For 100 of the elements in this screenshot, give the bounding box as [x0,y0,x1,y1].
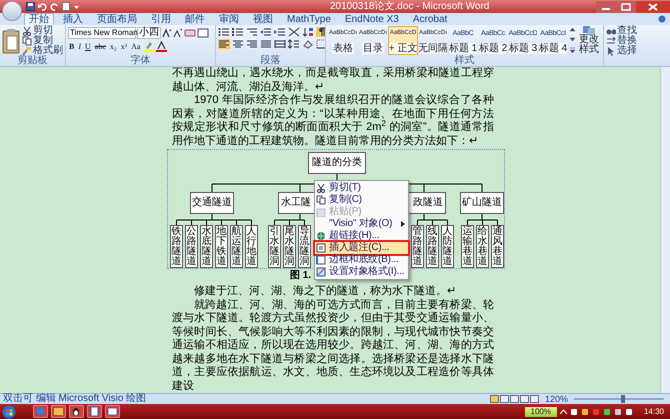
multilevel-list-icon[interactable] [246,27,258,37]
grow-font-icon[interactable] [162,28,172,38]
outline-icon[interactable] [520,395,529,403]
menu-item[interactable]: 设置对象格式(I)... [315,266,408,278]
redo-icon[interactable] [50,2,59,11]
diagram-node: 尾水隧洞 [283,225,296,268]
ribbon-tab[interactable]: 页面布局 [92,13,142,25]
caption-icon [316,243,326,253]
menu-item[interactable]: "Visio" 对象(O) [315,218,408,230]
start-button-icon[interactable] [2,404,16,418]
format-button[interactable]: B [68,42,76,50]
distributed-icon[interactable] [274,39,286,49]
align-left-icon[interactable] [218,39,230,49]
diagram-node: 铁路隧道 [170,225,183,268]
diagram-node: 通风巷道 [491,225,504,268]
ribbon-tab[interactable]: 审阅 [214,13,244,25]
undo-icon[interactable] [38,2,47,11]
shading-icon[interactable] [302,39,314,49]
menu-item[interactable]: 剪切(T) [315,182,408,194]
diagram-node: 隧道的分类 [308,152,366,174]
figure-caption: 图 1. [290,270,312,281]
diagram-node: 导流隧洞 [298,225,311,268]
paste-icon[interactable] [2,28,20,54]
justify-icon[interactable] [260,39,272,49]
replace-icon [606,36,616,46]
editing-button[interactable]: 选择 [606,46,637,56]
ribbon-tab[interactable]: 开始 [24,13,54,25]
ribbon-tab[interactable]: 邮件 [180,13,210,25]
decrease-indent-icon[interactable] [260,27,272,37]
paragraph: 不再遇山绕山，遇水绕水，而是截弯取直，采用桥梁和隧道工程穿越山体、河流、湖泊及海洋。↵ [172,67,494,94]
window-icon[interactable] [105,405,120,418]
pilcrow-icon[interactable] [316,27,325,37]
status-text: 双击可 编辑 Microsoft Visio 绘图 [3,394,146,404]
increase-indent-icon[interactable] [274,27,286,37]
print-layout-icon[interactable] [490,395,499,403]
copy-icon [22,36,32,46]
diagram-node: 地下铁道 [215,225,228,268]
clipboard-button[interactable]: 复制 [22,36,63,46]
full-screen-icon[interactable] [500,395,509,403]
save-icon[interactable] [26,2,35,11]
format-button[interactable]: I [77,42,82,50]
change-styles-button[interactable]: 更改样式 [578,26,600,55]
menu-item[interactable]: 边框和底纹(B)... [315,254,408,266]
document-icon[interactable] [87,405,102,418]
draft-icon[interactable] [530,395,539,403]
ribbon-tab[interactable]: 引用 [146,13,176,25]
format-button[interactable]: x² [120,42,128,50]
format-button[interactable]: abc [94,42,107,50]
window-title: 20100318论文.doc - Microsoft Word [330,2,490,12]
shrink-font-icon[interactable] [173,28,183,38]
diagram-node: 水底隧道 [200,225,213,268]
font-name-field[interactable]: Times New Roman [68,27,136,39]
font-color-icon[interactable] [156,41,168,52]
ribbon-tab[interactable]: EndNote X3 [340,13,404,25]
menu-item[interactable]: 插入题注(C)... [315,242,408,254]
format-button[interactable]: U [84,42,92,50]
eraser-icon[interactable] [184,28,196,38]
diagram-node: 运输巷道 [461,225,474,268]
line-spacing-icon[interactable] [288,39,300,49]
cursor-arrow-icon [606,46,616,56]
numbered-list-icon[interactable] [232,27,244,37]
diagram-node: 管路隧道 [411,225,424,268]
ribbon-tab[interactable]: 插入 [58,13,88,25]
editing-button[interactable]: 查找 [606,26,637,36]
editing-button[interactable]: 替换 [606,36,637,46]
close-icon[interactable] [636,0,670,12]
vertical-scrollbar[interactable] [660,67,670,393]
asian-layout-icon[interactable] [288,27,300,37]
diagram-node: 人行地道 [245,225,258,268]
font-size-field[interactable]: 小四 [137,27,161,39]
diagram-node: 引水隧洞 [268,225,281,268]
slider-thumb[interactable] [621,395,626,403]
align-right-icon[interactable] [246,39,258,49]
chevron-up-icon[interactable] [560,408,567,414]
ribbon-tab[interactable]: Acrobat [408,13,452,25]
bullet-list-icon[interactable] [218,27,230,37]
diagram-node: 人防隧道 [441,225,454,268]
group-label: 段落 [260,56,280,66]
clipboard-button[interactable]: 格式刷 [22,46,63,56]
submenu-arrow-icon [401,221,406,227]
diagram-node: 公路隧道 [185,225,198,268]
minimize-icon[interactable] [596,0,616,12]
clock: 14:30 [644,408,664,416]
gallery-scroll-icon[interactable] [569,26,576,54]
maximize-icon[interactable] [616,0,636,12]
web-layout-icon[interactable] [510,395,519,403]
diagram-node: 航运隧道 [230,225,243,268]
paragraph: 1970 年国际经济合作与发展组织召开的隧道会议综合了各种因素，对隧道所辖的定义为：“以某种用途、在地面下用任何方法按规定形状和尺寸修筑的断面面积大于 2m$^{2}$ 的洞室”。隧道通常指用作地下通道的工程建筑物。隧道目前常用的分类方法如下：↵ [172,94,494,148]
border-icon[interactable] [316,39,325,49]
zoom-level[interactable]: 120% [544,394,568,404]
scissors-icon [316,183,326,193]
format-icon [316,267,326,277]
format-button[interactable]: Aa [130,42,142,50]
group-label: 字体 [130,56,150,66]
ribbon-tab[interactable]: 视图 [248,13,278,25]
ribbon-tab[interactable]: MathType [282,13,336,25]
format-button[interactable]: x₂ [108,42,118,50]
sort-icon[interactable] [302,27,314,37]
align-center-icon[interactable] [232,39,244,49]
document-icon[interactable] [62,2,70,11]
